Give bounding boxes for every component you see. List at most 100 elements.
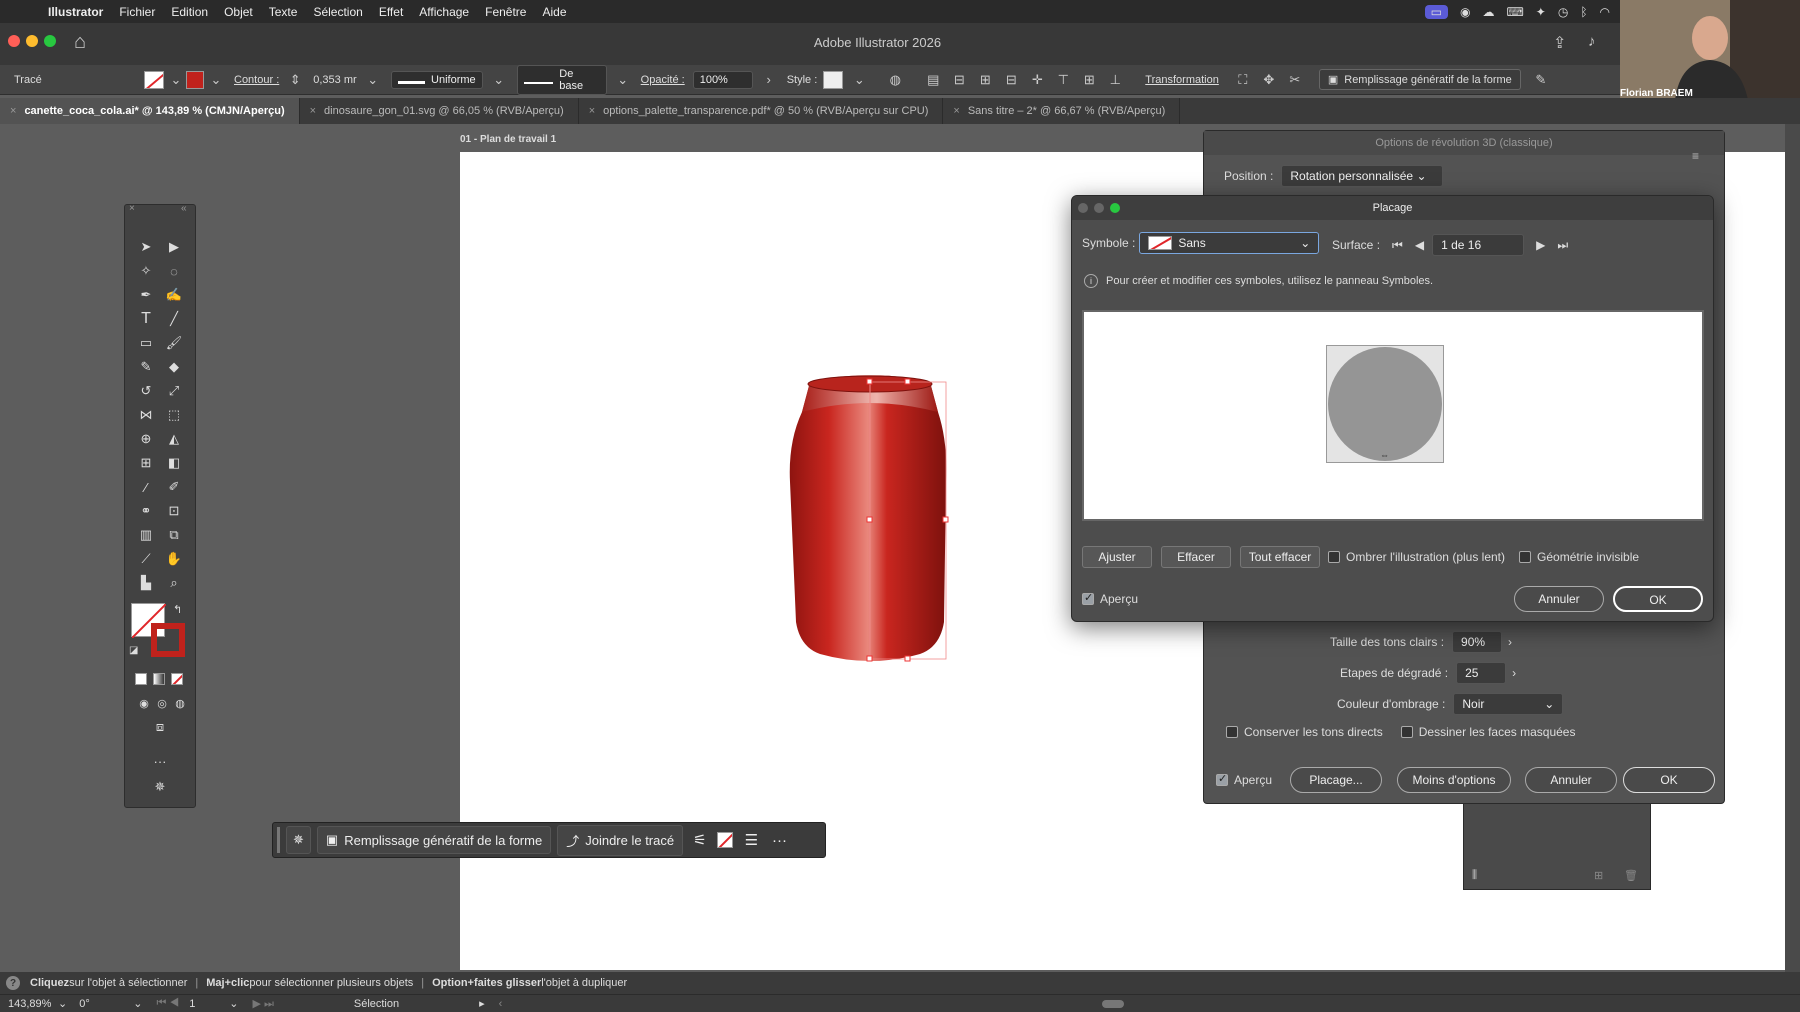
chevron-right-icon[interactable]: ›: [1508, 635, 1512, 649]
paintbrush-tool-icon[interactable]: 🖌: [163, 333, 185, 353]
direct-selection-tool-icon[interactable]: ▶: [163, 237, 185, 257]
notifications-icon[interactable]: ♪: [1588, 33, 1596, 50]
chevron-down-icon[interactable]: ⌄: [489, 70, 509, 90]
menu-app[interactable]: Illustrator: [40, 5, 111, 19]
chevron-right-icon[interactable]: ›: [759, 70, 779, 90]
fill-swatch[interactable]: [144, 70, 164, 89]
shaper-tool-icon[interactable]: ✎: [135, 357, 157, 377]
artboard-tool-icon[interactable]: ⧉: [163, 525, 185, 545]
stroke-swatch[interactable]: [186, 70, 204, 89]
mesh-tool-icon[interactable]: ⊞: [135, 453, 157, 473]
tab-canette[interactable]: × canette_coca_cola.ai* @ 143,89 % (CMJN/…: [0, 98, 300, 124]
close-panel-icon[interactable]: ×: [129, 203, 135, 214]
clear-button[interactable]: Effacer: [1161, 546, 1231, 568]
gen-fill-button[interactable]: ▣ Remplissage génératif de la forme: [1318, 69, 1521, 90]
screen-mode-icon[interactable]: ⧈: [149, 717, 171, 737]
hand-tool-icon[interactable]: ✋: [163, 549, 185, 569]
scroll-left-icon[interactable]: ‹: [499, 998, 503, 1010]
transform-link[interactable]: Transformation: [1145, 74, 1219, 86]
map-preview-checkbox[interactable]: [1082, 591, 1094, 605]
align-center-icon[interactable]: ⊞: [975, 70, 995, 90]
align-right-icon[interactable]: ⊟: [1001, 70, 1021, 90]
chevron-down-icon[interactable]: ⌄: [613, 70, 633, 90]
chevron-down-icon[interactable]: ⌄: [363, 70, 383, 90]
chevron-down-icon[interactable]: ⌄: [166, 70, 186, 90]
sparkle-icon[interactable]: ✦: [1536, 5, 1546, 19]
fit-button[interactable]: Ajuster: [1082, 546, 1152, 568]
blend-steps-input[interactable]: 25: [1456, 662, 1507, 684]
delete-symbol-icon[interactable]: 🗑: [1624, 869, 1638, 882]
zoom-tool-icon[interactable]: ⌕: [163, 573, 185, 593]
zoom-level[interactable]: 143,89%: [8, 998, 52, 1010]
align-bottom-icon[interactable]: ⊥: [1105, 70, 1125, 90]
artboard-number[interactable]: 1: [189, 998, 229, 1010]
next-surface-icon[interactable]: ▶: [1536, 238, 1545, 252]
align-to-icon[interactable]: ▤: [923, 70, 943, 90]
menu-fichier[interactable]: Fichier: [111, 5, 163, 19]
transform-box-icon[interactable]: ⛶: [1233, 70, 1253, 90]
chevron-down-icon[interactable]: ⌄: [229, 997, 238, 1010]
chevron-down-icon[interactable]: ⌄: [133, 997, 142, 1010]
invisible-geometry-checkbox[interactable]: [1519, 551, 1532, 563]
type-tool-icon[interactable]: T: [135, 309, 157, 329]
shape-builder-tool-icon[interactable]: ⊕: [135, 429, 157, 449]
draw-inside-icon[interactable]: ◍: [169, 693, 191, 713]
pin-icon[interactable]: ✎: [1531, 70, 1551, 90]
drag-handle[interactable]: [277, 827, 280, 853]
symbol-select[interactable]: Sans ⌄: [1139, 232, 1320, 254]
chevron-right-icon[interactable]: ›: [1512, 666, 1516, 680]
control-center-icon[interactable]: ◉: [1460, 5, 1470, 19]
first-artboard-icon[interactable]: ⏮ ◀: [156, 997, 179, 1010]
preserve-spot-checkbox[interactable]: [1226, 726, 1238, 738]
panel-menu-icon[interactable]: ≡: [1692, 149, 1699, 163]
swap-colors-icon[interactable]: ↰: [173, 603, 182, 616]
menu-objet[interactable]: Objet: [216, 5, 261, 19]
stroke-color-swatch[interactable]: [151, 623, 185, 657]
color-mode-icon[interactable]: [135, 673, 147, 685]
contour-value[interactable]: 0,353 mr: [313, 74, 356, 86]
position-select[interactable]: Rotation personnalisée ⌄: [1281, 165, 1444, 187]
rotate-tool-icon[interactable]: ↺: [135, 381, 157, 401]
creative-cloud-icon[interactable]: ☁: [1482, 5, 1494, 19]
brush-select[interactable]: De base: [516, 64, 607, 95]
eraser-tool-icon[interactable]: ◆: [163, 357, 185, 377]
edit-toolbar-icon[interactable]: ···: [149, 751, 171, 771]
revolve-preview-checkbox[interactable]: [1216, 772, 1228, 786]
next-artboard-icon[interactable]: ▶ ⏭: [252, 997, 273, 1011]
rotation-value[interactable]: 0°: [79, 998, 125, 1010]
join-path-button[interactable]: ⤴ Joindre le tracé: [557, 824, 684, 856]
menu-effet[interactable]: Effet: [371, 5, 411, 19]
puppet-warp-icon[interactable]: ✥: [1259, 70, 1279, 90]
envelope-icon[interactable]: ✂: [1285, 70, 1305, 90]
pen-tool-icon[interactable]: ✒: [135, 285, 157, 305]
revolve-ok-button[interactable]: OK: [1623, 767, 1715, 793]
wifi-icon[interactable]: ◠: [1600, 5, 1610, 19]
align-middle-icon[interactable]: ⊞: [1079, 70, 1099, 90]
line-tool-icon[interactable]: ╱: [163, 309, 185, 329]
align-top-icon[interactable]: ⊤: [1053, 70, 1073, 90]
contour-label[interactable]: Contour :: [234, 74, 279, 86]
default-colors-icon[interactable]: ◪: [129, 645, 138, 656]
soda-can-artwork[interactable]: [780, 372, 960, 682]
status-menu-icon[interactable]: ▸: [479, 997, 485, 1010]
horizontal-scrollbar[interactable]: [1102, 999, 1125, 1008]
fewer-options-button[interactable]: Moins d'options: [1397, 767, 1511, 793]
close-icon[interactable]: ×: [953, 105, 959, 117]
map-ok-button[interactable]: OK: [1613, 586, 1703, 612]
close-icon[interactable]: ×: [589, 105, 595, 117]
chevron-down-icon[interactable]: ⌄: [58, 997, 67, 1010]
clear-all-button[interactable]: Tout effacer: [1240, 546, 1320, 568]
symbol-sprayer-tool-icon[interactable]: ⊡: [163, 501, 185, 521]
recolor-icon[interactable]: ◍: [885, 70, 905, 90]
perspective-grid-tool-icon[interactable]: ◭: [163, 429, 185, 449]
ai-sparkle-icon[interactable]: ✵: [286, 826, 311, 854]
menu-aide[interactable]: Aide: [534, 5, 574, 19]
share-icon[interactable]: ⇪: [1553, 33, 1566, 53]
zoom-dialog-icon[interactable]: [1110, 203, 1120, 213]
gradient-mode-icon[interactable]: [153, 673, 165, 685]
rotate-view-tool-icon[interactable]: ▙: [135, 573, 157, 593]
gradient-tool-icon[interactable]: ◧: [163, 453, 185, 473]
menu-icon[interactable]: ☰: [745, 831, 758, 849]
draw-hidden-faces-checkbox[interactable]: [1400, 726, 1413, 738]
distribute-icon[interactable]: ✛: [1027, 70, 1047, 90]
